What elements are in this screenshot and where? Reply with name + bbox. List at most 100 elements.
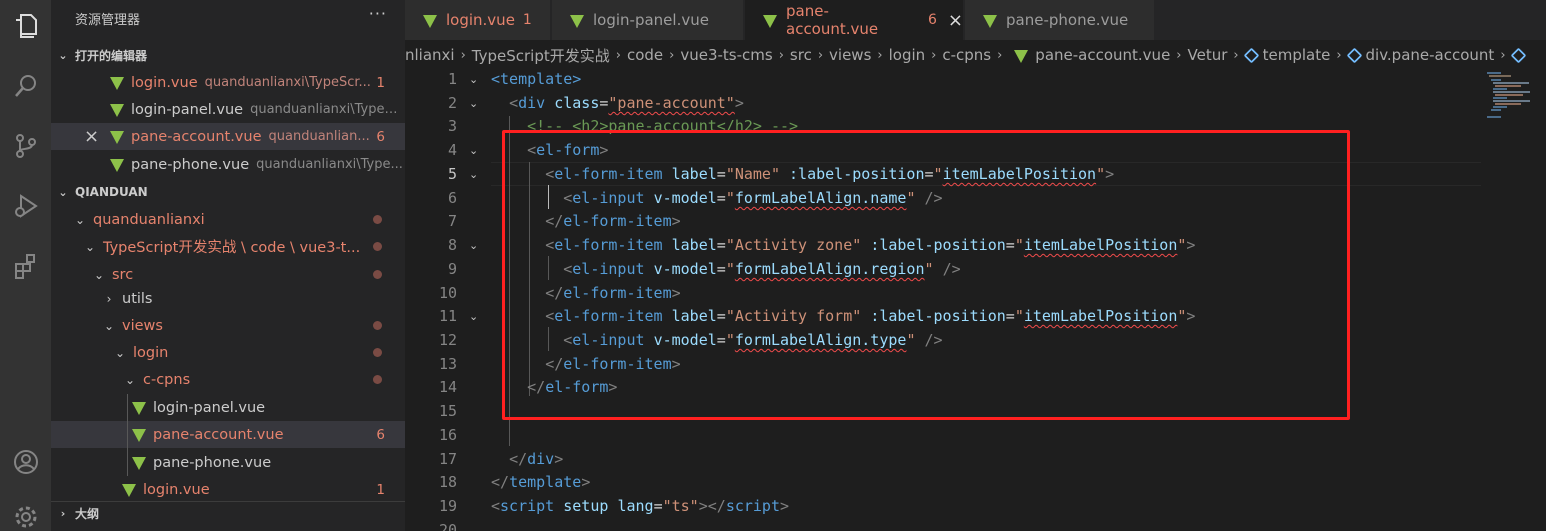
breadcrumb-item[interactable]: views <box>829 46 871 64</box>
vue-file-icon <box>132 402 146 415</box>
breadcrumb-item[interactable]: template <box>1263 46 1331 64</box>
tree-file[interactable]: login.vue 1 <box>51 476 405 503</box>
problem-count-badge: 6 <box>376 128 385 145</box>
breadcrumb-item[interactable]: login <box>889 46 926 64</box>
indent-guide <box>127 394 128 476</box>
breadcrumb: nlianxi › TypeScript开发实战 › code › vue3-ts-c… <box>405 40 1546 70</box>
vue-file-icon <box>763 14 777 28</box>
line-number: 13 <box>438 355 457 373</box>
search-icon[interactable] <box>0 64 51 108</box>
breadcrumb-item[interactable]: nlianxi <box>405 46 455 64</box>
explorer-sidebar: 资源管理器 ··· ⌄ 打开的编辑器 login.vue quanduanlia… <box>51 0 405 531</box>
chevron-right-icon: › <box>460 47 466 63</box>
vue-file-icon <box>423 14 437 28</box>
modified-dot <box>373 215 382 224</box>
fold-chevron-icon[interactable]: ⌄ <box>469 168 478 181</box>
symbol-icon <box>1346 47 1362 63</box>
symbol-icon <box>1243 47 1259 63</box>
fold-chevron-icon[interactable]: ⌄ <box>469 144 478 157</box>
code-token: div <box>527 450 555 468</box>
tree-folder[interactable]: ⌄ c-cpns <box>51 366 405 393</box>
chevron-right-icon: › <box>997 47 1003 63</box>
chevron-down-icon: ⌄ <box>124 372 136 387</box>
breadcrumb-item[interactable]: code <box>627 46 663 64</box>
open-editor-item-selected[interactable]: × pane-account.vue quanduanlian... 6 <box>51 123 405 150</box>
source-control-icon[interactable] <box>0 124 51 168</box>
account-icon[interactable] <box>0 440 51 484</box>
tab-pane-account-vue[interactable]: pane-account.vue 6 × <box>745 0 964 40</box>
run-debug-icon[interactable] <box>0 184 51 228</box>
editor-tabs: login.vue 1 login-panel.vue pane-account… <box>405 0 1546 40</box>
tab-login-vue[interactable]: login.vue 1 <box>405 0 551 40</box>
chevron-right-icon: › <box>931 47 937 63</box>
activity-bar <box>0 0 51 531</box>
gear-icon[interactable] <box>0 495 51 531</box>
breadcrumb-item[interactable]: src <box>790 46 812 64</box>
tree-folder[interactable]: › utils <box>51 285 405 312</box>
chevron-down-icon: ⌄ <box>103 318 115 333</box>
code-token: <template> <box>491 70 582 88</box>
open-editor-item[interactable]: login-panel.vue quanduanlianxi\TypeS... <box>51 96 405 123</box>
line-number: 9 <box>447 260 457 278</box>
file-label: pane-account.vue <box>153 426 284 443</box>
vue-file-icon <box>110 131 124 144</box>
chevron-right-icon: › <box>1233 47 1239 63</box>
tab-pane-phone-vue[interactable]: pane-phone.vue <box>965 0 1155 40</box>
tree-folder[interactable]: ⌄ TypeScript开发实战 \ code \ vue3-t... <box>51 233 405 260</box>
code-line: </template> <box>491 473 591 491</box>
folder-label: login <box>133 344 169 361</box>
explorer-icon[interactable] <box>0 4 51 48</box>
chevron-right-icon: › <box>778 47 784 63</box>
code-token: template <box>509 473 582 491</box>
tree-file[interactable]: pane-phone.vue <box>51 449 405 476</box>
breadcrumb-item[interactable]: vue3-ts-cms <box>680 46 772 64</box>
chevron-down-icon: ⌄ <box>58 48 68 62</box>
chevron-right-icon: › <box>1176 47 1182 63</box>
open-editor-item[interactable]: pane-phone.vue quanduanlianxi\Type... <box>51 151 405 178</box>
code-token: "ts" <box>662 497 699 515</box>
more-actions-icon[interactable]: ··· <box>369 4 387 23</box>
tree-folder[interactable]: ⌄ views <box>51 312 405 339</box>
fold-chevron-icon[interactable]: ⌄ <box>469 239 478 252</box>
folder-label: views <box>122 317 163 334</box>
line-number: 2 <box>447 94 457 112</box>
modified-dot <box>373 270 382 279</box>
tab-label: pane-account.vue <box>786 2 879 38</box>
extensions-icon[interactable] <box>0 244 51 288</box>
fold-chevron-icon[interactable]: ⌄ <box>469 73 478 86</box>
open-editors-header[interactable]: ⌄ 打开的编辑器 <box>51 44 405 66</box>
outline-header[interactable]: › 大纲 <box>51 501 405 525</box>
chevron-right-icon: › <box>106 291 112 306</box>
breadcrumb-item[interactable]: pane-account.vue <box>1035 46 1170 64</box>
minimap[interactable] <box>1485 70 1531 130</box>
folder-label: quanduanlianxi <box>93 211 205 228</box>
close-icon[interactable]: × <box>84 126 99 147</box>
tree-folder[interactable]: ⌄ src <box>51 261 405 288</box>
chevron-right-icon: › <box>60 507 66 520</box>
chevron-right-icon: › <box>1336 47 1342 63</box>
line-number: 10 <box>438 284 457 302</box>
breadcrumb-item[interactable]: c-cpns <box>942 46 991 64</box>
chevron-down-icon: ⌄ <box>84 239 96 254</box>
tree-file[interactable]: login-panel.vue <box>51 394 405 421</box>
tab-label: login-panel.vue <box>593 11 709 29</box>
tree-file-selected[interactable]: pane-account.vue 6 <box>51 421 405 448</box>
code-token: setup <box>563 497 609 515</box>
tree-folder[interactable]: ⌄ quanduanlianxi <box>51 206 405 233</box>
chevron-down-icon: ⌄ <box>114 345 126 360</box>
breadcrumb-item[interactable]: Vetur <box>1188 46 1228 64</box>
chevron-right-icon: › <box>877 47 883 63</box>
breadcrumb-item[interactable]: TypeScript开发实战 <box>472 45 610 66</box>
open-editor-item[interactable]: login.vue quanduanlianxi\TypeScr... 1 <box>51 69 405 96</box>
fold-chevron-icon[interactable]: ⌄ <box>469 97 478 110</box>
tree-folder[interactable]: ⌄ login <box>51 339 405 366</box>
file-path: quanduanlian... <box>268 129 370 144</box>
fold-chevron-icon[interactable]: ⌄ <box>469 310 478 323</box>
breadcrumb-item[interactable]: div.pane-account <box>1366 46 1495 64</box>
line-number: 18 <box>438 473 457 491</box>
workspace-header[interactable]: ⌄ QIANDUAN <box>51 181 405 203</box>
close-icon[interactable]: × <box>948 10 963 31</box>
tab-login-panel-vue[interactable]: login-panel.vue <box>552 0 744 40</box>
vue-file-icon <box>110 77 124 90</box>
line-number: 1 <box>447 70 457 88</box>
